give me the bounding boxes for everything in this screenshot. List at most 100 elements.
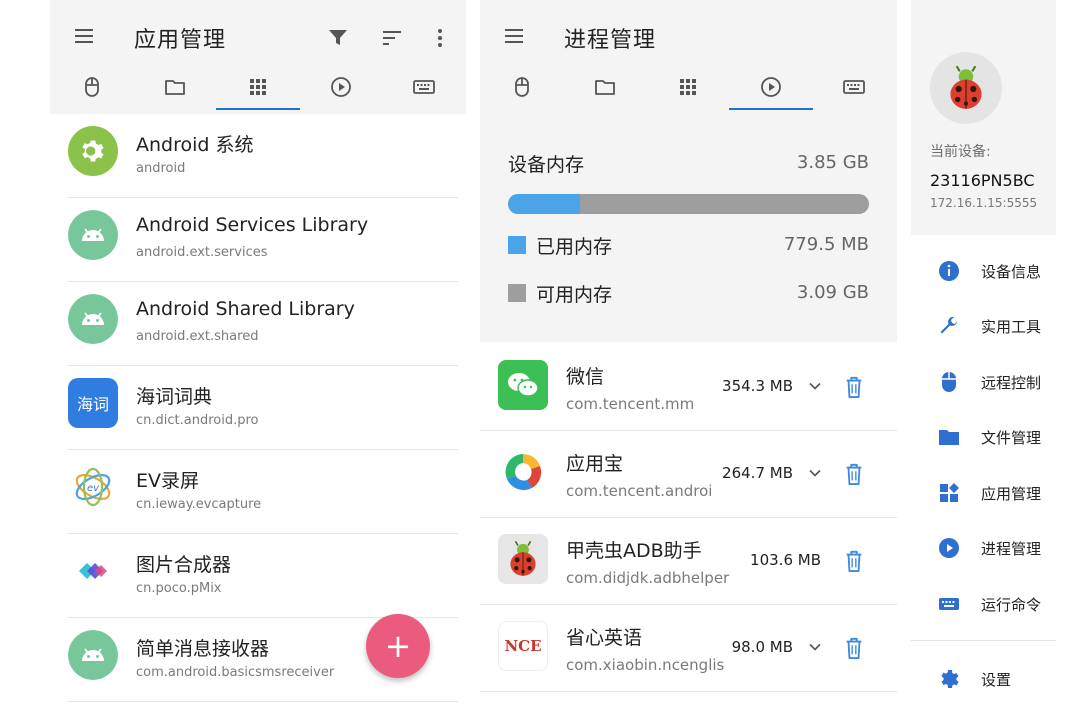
nav-label: 远程控制: [981, 374, 1042, 392]
app-name: Android 系统: [136, 134, 254, 156]
memory-used-fill: [508, 194, 581, 214]
app-list-item[interactable]: 海词 海词词典 cn.dict.android.pro: [50, 366, 466, 450]
used-memory-value: 779.5 MB: [783, 234, 869, 255]
process-name: 微信: [566, 366, 605, 388]
process-name: 省心英语: [566, 627, 643, 649]
app-package: cn.dict.android.pro: [136, 413, 259, 428]
menu-icon[interactable]: [502, 24, 526, 48]
nav-item-app-manager[interactable]: 应用管理: [911, 473, 1056, 513]
app-name: Android Services Library: [136, 214, 369, 236]
app-list-item[interactable]: 图片合成器 cn.poco.pMix: [50, 534, 466, 618]
mouse-icon: [80, 75, 104, 99]
apps-icon: [940, 483, 959, 502]
svg-text:ev: ev: [87, 483, 100, 494]
free-memory-swatch: [508, 284, 526, 302]
app-list-item[interactable]: ev EV录屏 cn.ieway.evcapture: [50, 450, 466, 534]
trash-icon[interactable]: [843, 374, 865, 400]
folder-icon: [163, 75, 187, 99]
used-memory-swatch: [508, 236, 526, 254]
process-memory: 354.3 MB: [722, 377, 793, 395]
process-list-item[interactable]: 微信 com.tencent.mm 354.3 MB: [480, 344, 897, 431]
nav-item-tools[interactable]: 实用工具: [911, 306, 1056, 346]
tab-run-command[interactable]: [812, 64, 896, 110]
folder-icon: [939, 430, 959, 445]
app-list-item[interactable]: Android Services Library android.ext.ser…: [50, 198, 466, 282]
filter-icon[interactable]: [326, 26, 350, 50]
add-app-button[interactable]: +: [366, 614, 430, 678]
nav-label: 应用管理: [981, 485, 1042, 503]
tab-process-manager[interactable]: [729, 64, 813, 110]
chevron-down-icon[interactable]: [805, 463, 825, 483]
avatar: [930, 52, 1002, 124]
grid-icon: [246, 75, 270, 99]
app-name: Android Shared Library: [136, 298, 355, 320]
process-memory: 103.6 MB: [750, 551, 821, 569]
tab-remote-control[interactable]: [50, 64, 134, 110]
page-title: 进程管理: [564, 28, 657, 53]
trash-icon[interactable]: [843, 461, 865, 487]
mouse-icon: [510, 75, 534, 99]
ladybug-icon: [498, 534, 548, 584]
tab-app-manager[interactable]: [216, 64, 300, 110]
pmix-icon: [68, 546, 118, 596]
trash-icon[interactable]: [843, 548, 865, 574]
menu-icon[interactable]: [72, 24, 96, 48]
app-package: android: [136, 161, 186, 176]
process-list-item[interactable]: 应用宝 com.tencent.androi 264.7 MB: [480, 431, 897, 518]
play-circle-icon: [759, 75, 783, 99]
tab-run-command[interactable]: [382, 64, 466, 110]
tab-file-manager[interactable]: [133, 64, 217, 110]
nav-item-settings[interactable]: 设置: [911, 659, 1056, 699]
tab-process-manager[interactable]: [299, 64, 383, 110]
more-vert-icon[interactable]: [428, 26, 452, 50]
yingyongbao-icon: [498, 447, 548, 497]
process-list-item[interactable]: 甲壳虫ADB助手 com.didjdk.adbhelper 103.6 MB: [480, 518, 897, 605]
keyboard-icon: [412, 75, 436, 99]
process-list-item[interactable]: NCE 省心英语 com.xiaobin.ncenglis 98.0 MB: [480, 605, 897, 692]
android-settings-icon: [68, 126, 118, 176]
app-package: android.ext.shared: [136, 329, 259, 344]
nav-item-process-manager[interactable]: 进程管理: [911, 528, 1056, 568]
nav-item-remote-control[interactable]: 远程控制: [911, 362, 1056, 402]
nav-item-run-command[interactable]: 运行命令: [911, 584, 1056, 624]
app-name: EV录屏: [136, 470, 200, 492]
app-name: 简单消息接收器: [136, 638, 270, 660]
nav-item-file-manager[interactable]: 文件管理: [911, 417, 1056, 457]
nce-icon: NCE: [498, 621, 548, 671]
info-icon: [939, 261, 959, 281]
process-memory: 264.7 MB: [722, 464, 793, 482]
app-list-item[interactable]: Android 系统 android: [50, 114, 466, 198]
grid-icon: [676, 75, 700, 99]
chevron-down-icon[interactable]: [805, 376, 825, 396]
divider: [911, 640, 1056, 641]
sort-icon[interactable]: [380, 26, 404, 50]
chevron-down-icon[interactable]: [805, 637, 825, 657]
device-name: 23116PN5BC: [930, 171, 1035, 190]
free-memory-value: 3.09 GB: [796, 282, 869, 303]
process-name: 甲壳虫ADB助手: [566, 540, 702, 562]
process-package: com.tencent.androi: [566, 482, 713, 500]
tab-file-manager[interactable]: [563, 64, 647, 110]
ev-icon: ev: [68, 462, 118, 512]
process-manager-panel: 进程管理 设备内存 3.85 GB 已用内存 779.5 MB 可用内存 3.0…: [480, 0, 897, 722]
trash-icon[interactable]: [843, 635, 865, 661]
drawer-header: 当前设备: 23116PN5BC 172.16.1.15:5555: [911, 0, 1056, 235]
play-circle-icon: [329, 75, 353, 99]
wrench-icon: [940, 316, 957, 334]
nav-item-device-info[interactable]: 设备信息: [911, 251, 1056, 291]
process-package: com.xiaobin.ncenglis: [566, 656, 725, 674]
tab-remote-control[interactable]: [480, 64, 564, 110]
app-package: android.ext.services: [136, 245, 268, 260]
process-memory: 98.0 MB: [731, 638, 793, 656]
memory-progress-bar: [508, 194, 869, 214]
nav-label: 设备信息: [981, 263, 1042, 281]
nav-label: 进程管理: [981, 540, 1042, 558]
app-manager-panel: 应用管理 Android 系统 android Android Services…: [50, 0, 466, 722]
divider: [68, 701, 458, 702]
app-list-item[interactable]: Android Shared Library android.ext.share…: [50, 282, 466, 366]
tab-app-manager[interactable]: [646, 64, 730, 110]
play-circle-icon: [939, 538, 959, 558]
app-package: com.android.basicsmsreceiver: [136, 665, 335, 680]
tab-bar: [480, 64, 897, 110]
wechat-icon: [498, 360, 548, 410]
